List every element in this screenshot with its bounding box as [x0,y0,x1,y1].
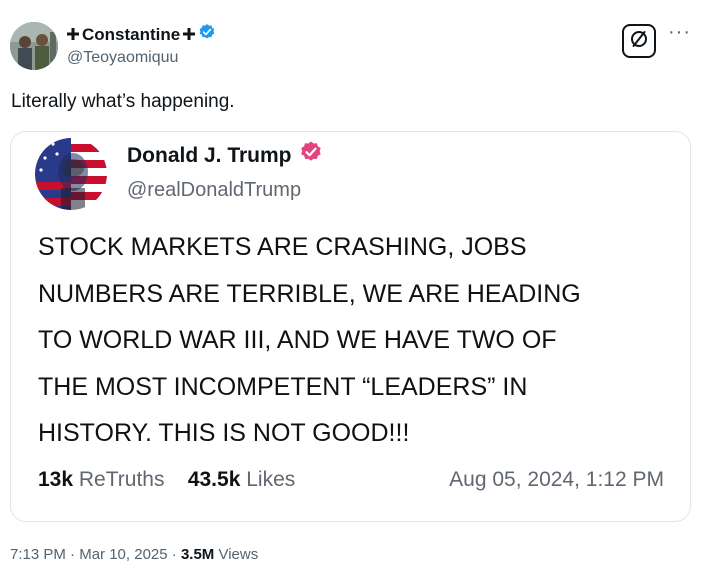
retruths-label: ReTruths [78,468,165,491]
quoted-text-line: STOCK MARKETS ARE CRASHING, JOBS [38,233,527,261]
quoted-post-timestamp: Aug 05, 2024, 1:12 PM [449,468,664,491]
more-options-icon[interactable]: ··· [668,22,698,48]
verified-badge-icon [299,140,323,171]
quoted-post-stats: 13k ReTruths 43.5k Likes [38,467,295,493]
quoted-text-line: TO WORLD WAR III, AND WE HAVE TWO OF [38,326,557,354]
views-label: Views [218,546,259,563]
quoted-author-avatar [35,138,107,210]
quoted-text-line: HISTORY. THIS IS NOT GOOD!!! [38,419,410,447]
cross-icon [67,25,79,45]
author-name[interactable]: Constantine [82,25,180,45]
verified-badge-icon [198,23,216,46]
grok-icon [629,29,649,54]
quoted-post-text: STOCK MARKETS ARE CRASHING, JOBS NUMBERS… [38,224,688,457]
post-date[interactable]: Mar 10, 2025 [79,546,167,563]
cross-icon [183,25,196,45]
quoted-text-line: NUMBERS ARE TERRIBLE, WE ARE HEADING [38,279,581,308]
views-count: 3.5M [180,546,215,563]
quoted-post-card[interactable]: Donald J. Trump @realDonaldTrump STOCK M… [10,131,691,522]
quoted-text-line: THE MOST INCOMPETENT “LEADERS” IN [38,372,528,401]
likes-count: 43.5k [187,468,241,491]
likes-label: Likes [246,468,296,491]
post-meta: 7:13 PM · Mar 10, 2025 · 3.5M Views [10,545,258,565]
retruths-count: 13k [38,468,74,491]
grok-button[interactable] [622,24,656,58]
quoted-author-handle: @realDonaldTrump [127,179,302,201]
quoted-author-name-row: Donald J. Trump [127,140,323,171]
post: Constantine @Teoyaomiquu ··· Literally w… [0,0,720,579]
meta-separator: · [70,546,76,563]
post-text: Literally what’s happening. [11,91,235,112]
author-avatar[interactable] [10,22,58,70]
author-handle[interactable]: @Teoyaomiquu [67,48,178,68]
author-name-row[interactable]: Constantine [67,23,216,46]
quoted-author-name: Donald J. Trump [127,143,292,167]
meta-separator: · [171,546,177,563]
post-time[interactable]: 7:13 PM [10,546,66,563]
